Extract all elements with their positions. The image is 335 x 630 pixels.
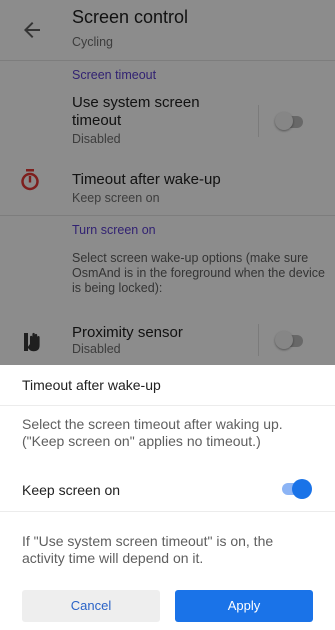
keep-screen-on-label: Keep screen on: [22, 482, 121, 498]
divider: [0, 405, 335, 406]
sheet-title: Timeout after wake-up: [22, 377, 161, 393]
sheet-description: Select the screen timeout after waking u…: [22, 416, 283, 449]
cancel-button[interactable]: Cancel: [22, 590, 160, 622]
keep-screen-on-toggle[interactable]: [282, 479, 312, 499]
dim-overlay[interactable]: [0, 0, 335, 365]
timeout-bottom-sheet: Timeout after wake-up Select the screen …: [0, 365, 335, 630]
sheet-note: If "Use system screen timeout" is on, th…: [22, 533, 274, 566]
apply-button[interactable]: Apply: [175, 590, 313, 622]
divider: [0, 511, 335, 512]
